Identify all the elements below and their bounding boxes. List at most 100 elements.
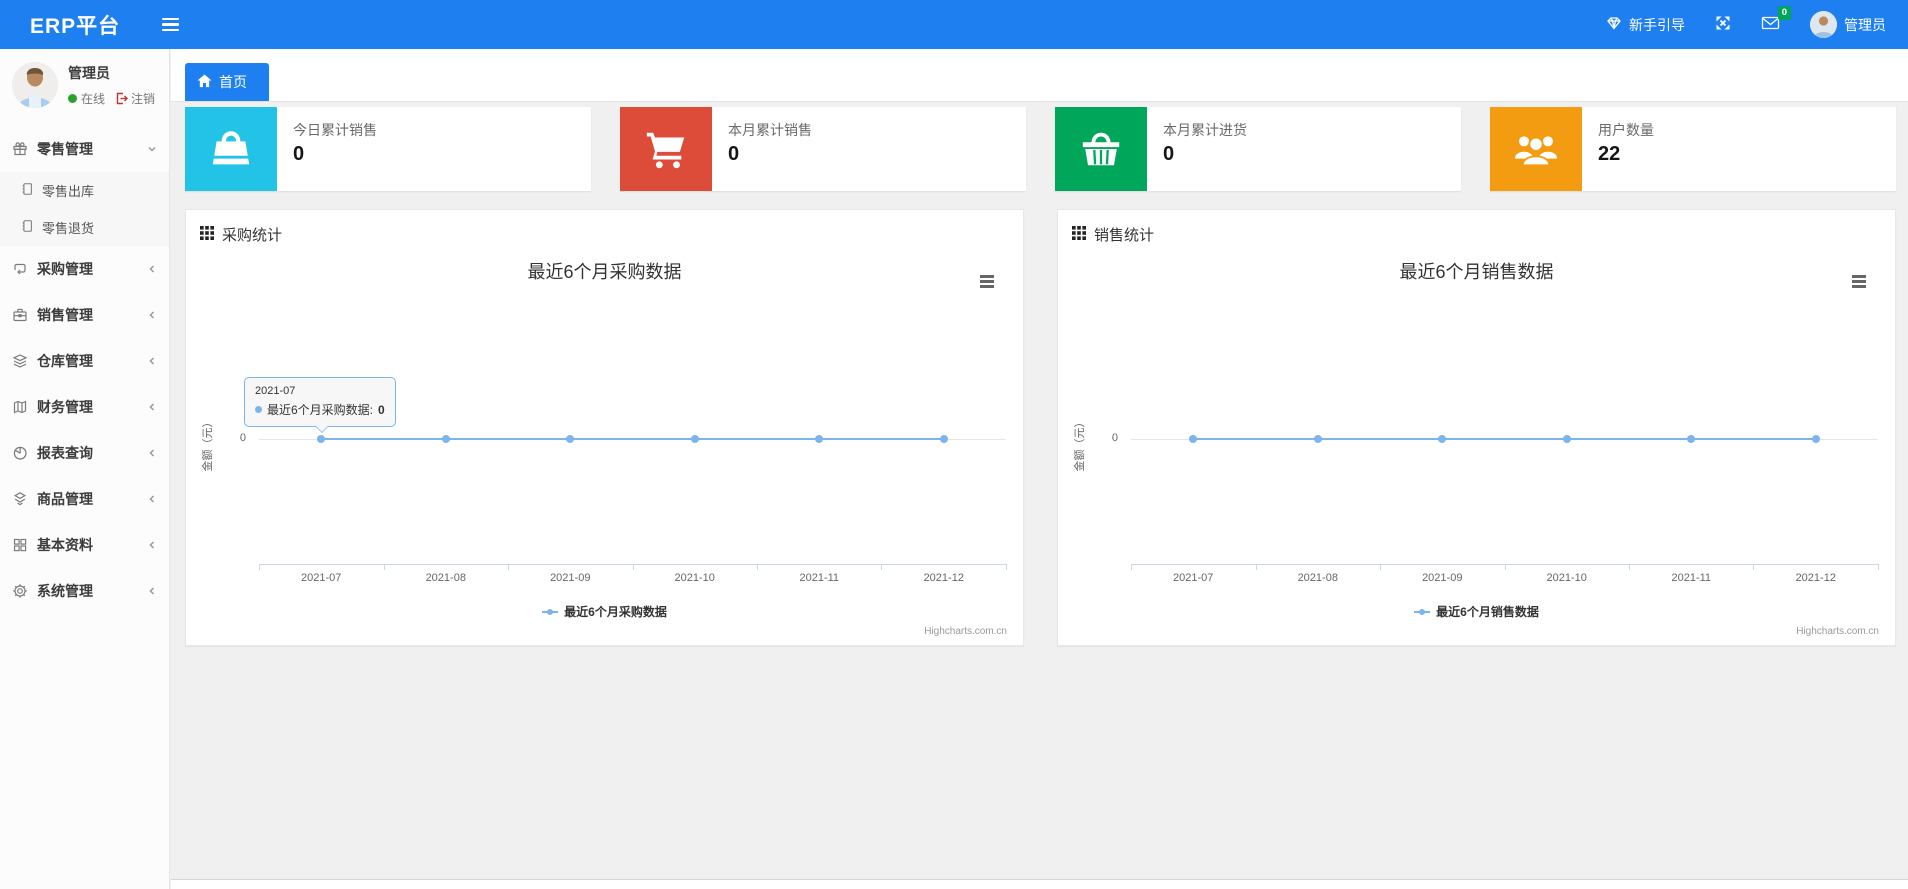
gear-icon <box>12 583 28 599</box>
sidebar-toggle-icon[interactable] <box>162 17 180 32</box>
y-axis-tick-label: 0 <box>239 432 246 444</box>
data-point[interactable] <box>1189 435 1198 443</box>
dropbox-icon <box>12 491 28 507</box>
x-axis-tick <box>1379 564 1381 570</box>
x-axis-label: 2021-08 <box>425 572 466 584</box>
stat-card-value: 0 <box>1163 143 1175 165</box>
logout-button[interactable]: 注销 <box>115 90 155 107</box>
user-menu[interactable]: 管理员 <box>1810 11 1886 38</box>
online-status-label: 在线 <box>81 92 106 106</box>
sidebar-item-finance[interactable]: 财务管理 <box>0 384 169 430</box>
data-point[interactable] <box>1687 435 1696 443</box>
fullscreen-icon <box>1715 15 1731 34</box>
pie-chart-icon <box>12 445 28 461</box>
data-point[interactable] <box>1811 435 1820 443</box>
sidebar-item-label: 零售退货 <box>42 221 95 236</box>
legend-item[interactable]: 最近6个月采购数据 <box>186 603 1023 620</box>
x-axis-label: 2021-10 <box>674 572 715 584</box>
sidebar-item-retail-outbound[interactable]: 零售出库 <box>0 172 169 209</box>
highcharts-credits-link[interactable]: Highcharts.com.cn <box>1796 626 1879 637</box>
data-point[interactable] <box>566 435 575 443</box>
tab-home-label: 首页 <box>219 74 247 90</box>
data-point[interactable] <box>1313 435 1322 443</box>
sidebar-item-retail-return[interactable]: 零售退货 <box>0 209 169 246</box>
series-line <box>321 438 944 440</box>
x-axis-tick <box>1753 564 1755 570</box>
sidebar-item-basics[interactable]: 基本资料 <box>0 522 169 568</box>
sidebar-item-label: 基本资料 <box>37 537 93 553</box>
user-panel: 管理员 在线 注销 <box>0 49 169 122</box>
legend-item[interactable]: 最近6个月销售数据 <box>1058 603 1895 620</box>
sidebar-item-purchase[interactable]: 采购管理 <box>0 246 169 292</box>
data-point[interactable] <box>690 435 699 443</box>
user-name: 管理员 <box>68 65 110 81</box>
layers-icon <box>12 353 28 369</box>
stat-card-month-purchase: 本月累计进货 0 <box>1055 107 1461 191</box>
data-point[interactable] <box>815 435 824 443</box>
stat-card-value: 0 <box>728 143 740 165</box>
sidebar-item-sales[interactable]: 销售管理 <box>0 292 169 338</box>
journal-icon <box>20 182 34 199</box>
chevron-left-icon <box>147 264 157 274</box>
gem-icon <box>1606 15 1622 34</box>
x-axis-label: 2021-10 <box>1546 572 1587 584</box>
chevron-left-icon <box>147 540 157 550</box>
sidebar-item-system[interactable]: 系统管理 <box>0 568 169 614</box>
stat-card-text: 今日累计销售 0 <box>277 107 377 191</box>
sidebar-submenu-retail: 零售出库 零售退货 <box>0 172 169 246</box>
shopping-cart-icon <box>620 107 712 191</box>
messages-button[interactable]: 0 <box>1761 6 1791 34</box>
chevron-left-icon <box>147 586 157 596</box>
legend-label: 最近6个月销售数据 <box>1436 605 1539 619</box>
top-navbar: ERP平台 新手引导 0 管理员 <box>0 0 1908 49</box>
x-axis-label: 2021-09 <box>1422 572 1463 584</box>
x-axis-tick <box>1006 564 1007 570</box>
sidebar-item-goods[interactable]: 商品管理 <box>0 476 169 522</box>
shopping-basket-icon <box>1055 107 1147 191</box>
user-status-row: 在线 注销 <box>68 90 155 107</box>
data-point[interactable] <box>317 435 326 443</box>
x-axis-label: 2021-07 <box>1173 572 1214 584</box>
plot-area: 2021-07 2021-08 2021-09 2021-10 2021-11 … <box>1131 210 1879 645</box>
x-axis-tick <box>259 564 260 570</box>
sidebar-item-warehouse[interactable]: 仓库管理 <box>0 338 169 384</box>
legend-marker-icon <box>542 608 559 616</box>
guide-button[interactable]: 新手引导 <box>1606 15 1685 35</box>
stat-card-user-count: 用户数量 22 <box>1490 107 1896 191</box>
stat-card-month-sales: 本月累计销售 0 <box>620 107 1026 191</box>
app-brand: ERP平台 <box>30 14 121 38</box>
x-axis-label: 2021-11 <box>799 572 840 584</box>
sidebar-item-label: 销售管理 <box>37 307 93 323</box>
data-point[interactable] <box>1562 435 1571 443</box>
data-point[interactable] <box>441 435 450 443</box>
stat-cards-row: 今日累计销售 0 本月累计销售 0 本月累计进货 0 用户数量 22 <box>185 107 1896 191</box>
tab-home[interactable]: 首页 <box>185 63 269 101</box>
x-axis-tick <box>507 564 509 570</box>
fullscreen-button[interactable] <box>1715 15 1731 34</box>
sidebar-item-label: 商品管理 <box>37 491 93 507</box>
repeat-icon <box>12 261 28 277</box>
sidebar-item-label: 仓库管理 <box>37 353 93 369</box>
data-point[interactable] <box>939 435 948 443</box>
stat-card-text: 本月累计销售 0 <box>712 107 812 191</box>
x-axis-tick <box>881 564 883 570</box>
stat-card-text: 用户数量 22 <box>1582 107 1654 191</box>
stat-card-value: 0 <box>293 143 305 165</box>
chevron-down-icon <box>147 144 157 154</box>
chevron-left-icon <box>147 402 157 412</box>
sales-stats-panel: 销售统计 最近6个月销售数据 金额（元） 0 2021-07 2021-08 2… <box>1057 209 1896 646</box>
sidebar-item-reports[interactable]: 报表查询 <box>0 430 169 476</box>
highcharts-credits-link[interactable]: Highcharts.com.cn <box>924 626 1007 637</box>
sidebar-item-retail[interactable]: 零售管理 <box>0 126 169 172</box>
sidebar-item-label: 财务管理 <box>37 399 93 415</box>
x-axis-label: 2021-11 <box>1671 572 1712 584</box>
tooltip-series-label: 最近6个月采购数据: <box>267 403 374 417</box>
chevron-left-icon <box>147 356 157 366</box>
tooltip-value: 0 <box>378 402 385 417</box>
x-axis-tick <box>383 564 385 570</box>
x-axis-label: 2021-12 <box>923 572 964 584</box>
stat-card-title: 本月累计销售 <box>728 122 812 138</box>
data-point[interactable] <box>1438 435 1447 443</box>
x-axis-tick <box>757 564 758 570</box>
plot-area: 2021-07 2021-08 2021-09 2021-10 2021-11 … <box>259 210 1007 645</box>
